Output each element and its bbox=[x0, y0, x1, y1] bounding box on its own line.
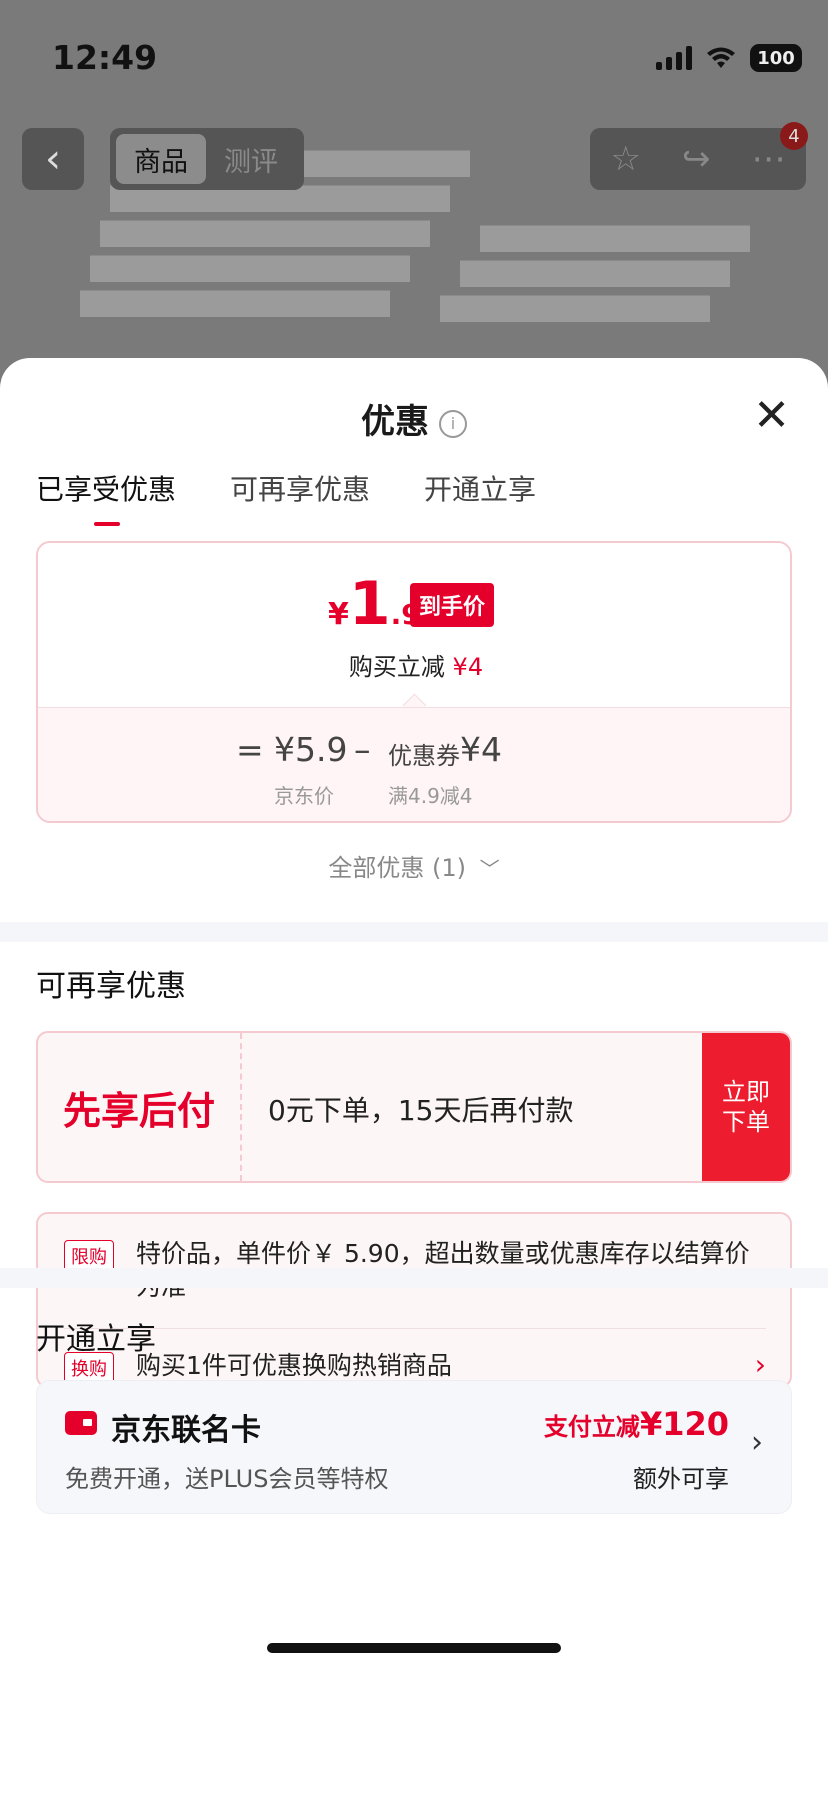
sheet-title: 优惠 i bbox=[0, 394, 828, 443]
back-button[interactable]: ‹ bbox=[22, 128, 84, 190]
final-price: ¥1.9 bbox=[328, 569, 421, 639]
card-promo-amount: ¥120 bbox=[639, 1405, 729, 1443]
tab-review[interactable]: 测评 bbox=[206, 134, 296, 184]
tab-product[interactable]: 商品 bbox=[116, 134, 206, 184]
final-price-tag: 到手价 bbox=[410, 583, 495, 627]
product-image-stack bbox=[100, 220, 430, 247]
order-now-button[interactable]: 立即 下单 bbox=[702, 1033, 790, 1181]
equals-sign: = bbox=[236, 730, 264, 769]
card-promo-prefix: 支付立减 bbox=[543, 1413, 640, 1441]
product-image-stack bbox=[460, 260, 730, 287]
order-now-line2: 下单 bbox=[722, 1108, 770, 1136]
product-image-stack bbox=[80, 290, 390, 317]
wifi-icon bbox=[707, 47, 735, 68]
more-icon[interactable]: ⋯ bbox=[751, 139, 785, 179]
note-exchange[interactable]: 换购 购买1件可优惠换购热销商品 › bbox=[64, 1348, 766, 1384]
price-integer: 1 bbox=[348, 569, 391, 639]
credit-card-icon bbox=[65, 1411, 97, 1435]
tab-enjoyed[interactable]: 已享受优惠 bbox=[36, 468, 176, 526]
note-divider bbox=[64, 1328, 766, 1329]
product-image-stack bbox=[480, 225, 750, 252]
star-icon[interactable]: ☆ bbox=[611, 139, 641, 179]
jd-cobrand-card[interactable]: 京东联名卡 免费开通，送PLUS会员等特权 支付立减¥120 额外可享 › bbox=[36, 1380, 792, 1514]
product-image-stack bbox=[440, 295, 710, 322]
product-nav-bar: ‹ 商品 测评 ☆ ↪ ⋯ 4 bbox=[0, 122, 828, 190]
buy-reduce-amount: ¥4 bbox=[452, 653, 484, 681]
home-indicator[interactable] bbox=[267, 1643, 561, 1653]
section-divider bbox=[0, 922, 828, 942]
chevron-right-icon: › bbox=[754, 1348, 766, 1381]
card-promo: 支付立减¥120 bbox=[544, 1405, 729, 1443]
final-price-card: ¥1.9 到手价 购买立减 ¥4 = ¥5.9 – 优惠券 ¥4 京东价 满4.… bbox=[36, 541, 792, 823]
info-icon[interactable]: i bbox=[439, 409, 467, 438]
pay-later-card[interactable]: 先享后付 0元下单，15天后再付款 立即 下单 bbox=[36, 1031, 792, 1183]
notification-badge: 4 bbox=[780, 122, 808, 150]
coupon-amount: ¥4 bbox=[460, 730, 502, 769]
jd-price-label: 京东价 bbox=[274, 784, 334, 808]
battery-indicator: 100 bbox=[750, 44, 802, 72]
status-time: 12:49 bbox=[52, 38, 158, 77]
purchase-notes: 限购 特价品，单件价￥ 5.90，超出数量或优惠库存以结算价为准 换购 购买1件… bbox=[36, 1212, 792, 1388]
note-text-exchange: 购买1件可优惠换购热销商品 bbox=[136, 1351, 452, 1380]
card-extra: 额外可享 bbox=[633, 1465, 729, 1493]
section-title-open: 开通立享 bbox=[36, 1322, 156, 1357]
buy-reduce-line: 购买立减 ¥4 bbox=[38, 647, 790, 682]
pay-later-desc: 0元下单，15天后再付款 bbox=[268, 1094, 574, 1127]
coupon-condition: 满4.9减4 bbox=[388, 784, 473, 808]
section-divider bbox=[0, 1268, 828, 1288]
status-icons: 100 bbox=[656, 44, 802, 72]
chevron-down-icon: ﹀ bbox=[479, 857, 500, 881]
nav-actions: ☆ ↪ ⋯ 4 bbox=[590, 122, 808, 190]
discount-tabs: 已享受优惠 可再享优惠 开通立享 bbox=[36, 468, 536, 526]
status-bar: 12:49 100 bbox=[0, 0, 828, 110]
chevron-left-icon: ‹ bbox=[45, 136, 61, 182]
card-benefits: 免费开通，送PLUS会员等特权 bbox=[65, 1465, 389, 1493]
all-discounts-label: 全部优惠 (1) bbox=[328, 854, 466, 882]
product-segment-control: 商品 测评 bbox=[110, 128, 304, 190]
section-title-more: 可再享优惠 bbox=[36, 969, 186, 1004]
sheet-title-text: 优惠 bbox=[361, 402, 429, 442]
coupon-label: 优惠券 bbox=[388, 742, 460, 770]
price-breakdown: = ¥5.9 – 优惠券 ¥4 京东价 满4.9减4 bbox=[38, 707, 790, 821]
product-image-stack bbox=[90, 255, 410, 282]
tab-more-available[interactable]: 可再享优惠 bbox=[230, 468, 370, 508]
buy-reduce-label: 购买立减 bbox=[348, 653, 445, 681]
all-discounts-toggle[interactable]: 全部优惠 (1) ﹀ bbox=[0, 848, 828, 883]
currency-symbol: ¥ bbox=[328, 597, 349, 632]
minus-sign: – bbox=[354, 730, 371, 769]
close-icon[interactable]: ✕ bbox=[753, 394, 790, 438]
card-name: 京东联名卡 bbox=[111, 1413, 261, 1448]
discount-sheet: 优惠 i ✕ 已享受优惠 可再享优惠 开通立享 ¥1.9 到手价 购买立减 ¥4 … bbox=[0, 358, 828, 1793]
jd-price: ¥5.9 bbox=[274, 730, 348, 769]
share-icon[interactable]: ↪ bbox=[682, 139, 711, 179]
chevron-right-icon: › bbox=[751, 1425, 763, 1460]
order-now-line1: 立即 bbox=[722, 1078, 770, 1106]
pay-later-label: 先享后付 bbox=[38, 1033, 242, 1181]
signal-icon bbox=[656, 46, 692, 70]
tab-open-enjoy[interactable]: 开通立享 bbox=[424, 468, 536, 508]
